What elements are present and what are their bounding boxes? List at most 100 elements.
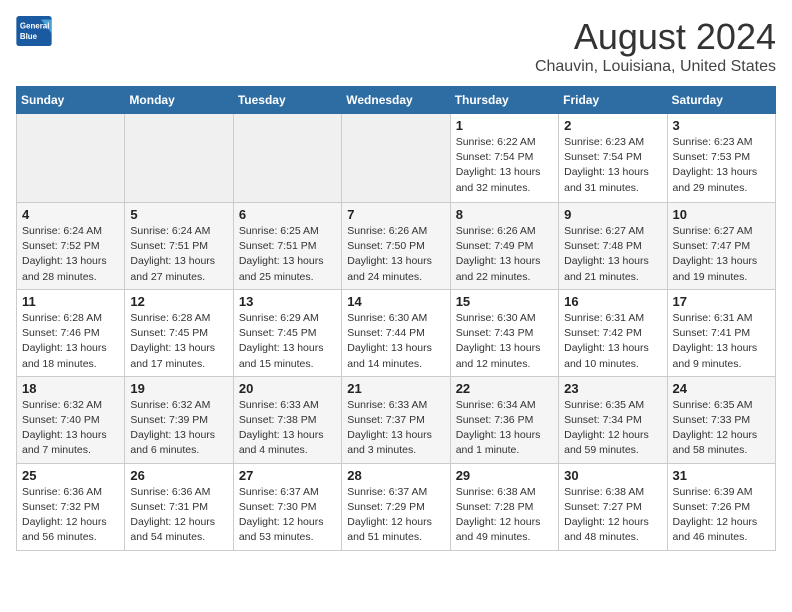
cell-info-text: Sunrise: 6:28 AM Sunset: 7:46 PM Dayligh…	[22, 311, 119, 372]
cell-day-number: 9	[564, 207, 661, 222]
cell-info-text: Sunrise: 6:27 AM Sunset: 7:48 PM Dayligh…	[564, 224, 661, 285]
table-cell: 27 Sunrise: 6:37 AM Sunset: 7:30 PM Dayli…	[233, 463, 341, 550]
table-cell: 30Sunrise: 6:38 AM Sunset: 7:27 PM Dayli…	[559, 463, 667, 550]
cell-day-number: 29	[456, 468, 553, 483]
cell-day-number: 12	[130, 294, 227, 309]
table-cell: 28 Sunrise: 6:37 AM Sunset: 7:29 PM Dayli…	[342, 463, 450, 550]
table-cell: 9 Sunrise: 6:27 AM Sunset: 7:48 PM Daylig…	[559, 203, 667, 290]
table-cell	[125, 114, 233, 203]
cell-info-text: Sunrise: 6:37 AM Sunset: 7:30 PM Dayligh…	[239, 485, 336, 546]
cell-day-number: 5	[130, 207, 227, 222]
cell-day-number: 28	[347, 468, 444, 483]
cell-day-number: 20	[239, 381, 336, 396]
cell-day-number: 11	[22, 294, 119, 309]
cell-day-number: 2	[564, 118, 661, 133]
header-tuesday: Tuesday	[233, 87, 341, 114]
cell-day-number: 4	[22, 207, 119, 222]
cell-info-text: Sunrise: 6:27 AM Sunset: 7:47 PM Dayligh…	[673, 224, 770, 285]
cell-day-number: 27	[239, 468, 336, 483]
header-thursday: Thursday	[450, 87, 558, 114]
table-cell: 29 Sunrise: 6:38 AM Sunset: 7:28 PM Dayli…	[450, 463, 558, 550]
cell-info-text: Sunrise: 6:36 AM Sunset: 7:32 PM Dayligh…	[22, 485, 119, 546]
table-cell: 14Sunrise: 6:30 AM Sunset: 7:44 PM Dayli…	[342, 289, 450, 376]
table-cell: 8 Sunrise: 6:26 AM Sunset: 7:49 PM Daylig…	[450, 203, 558, 290]
svg-text:General: General	[20, 21, 50, 30]
table-cell: 15 Sunrise: 6:30 AM Sunset: 7:43 PM Dayli…	[450, 289, 558, 376]
cell-info-text: Sunrise: 6:32 AM Sunset: 7:40 PM Dayligh…	[22, 398, 119, 459]
table-cell: 19 Sunrise: 6:32 AM Sunset: 7:39 PM Dayli…	[125, 376, 233, 463]
cell-day-number: 31	[673, 468, 770, 483]
week-row-3: 11 Sunrise: 6:28 AM Sunset: 7:46 PM Dayli…	[17, 289, 776, 376]
calendar-location: Chauvin, Louisiana, United States	[535, 58, 776, 76]
cell-info-text: Sunrise: 6:26 AM Sunset: 7:49 PM Dayligh…	[456, 224, 553, 285]
table-cell: 6Sunrise: 6:25 AM Sunset: 7:51 PM Daylig…	[233, 203, 341, 290]
cell-info-text: Sunrise: 6:24 AM Sunset: 7:51 PM Dayligh…	[130, 224, 227, 285]
header-wednesday: Wednesday	[342, 87, 450, 114]
cell-info-text: Sunrise: 6:31 AM Sunset: 7:42 PM Dayligh…	[564, 311, 661, 372]
cell-day-number: 21	[347, 381, 444, 396]
title-block: August 2024 Chauvin, Louisiana, United S…	[535, 16, 776, 76]
cell-day-number: 8	[456, 207, 553, 222]
cell-info-text: Sunrise: 6:23 AM Sunset: 7:53 PM Dayligh…	[673, 135, 770, 196]
cell-info-text: Sunrise: 6:30 AM Sunset: 7:43 PM Dayligh…	[456, 311, 553, 372]
cell-day-number: 7	[347, 207, 444, 222]
table-cell: 11 Sunrise: 6:28 AM Sunset: 7:46 PM Dayli…	[17, 289, 125, 376]
page-header: General Blue August 2024 Chauvin, Louisi…	[16, 16, 776, 76]
table-cell: 16 Sunrise: 6:31 AM Sunset: 7:42 PM Dayli…	[559, 289, 667, 376]
week-row-4: 18 Sunrise: 6:32 AM Sunset: 7:40 PM Dayli…	[17, 376, 776, 463]
table-cell: 21 Sunrise: 6:33 AM Sunset: 7:37 PM Dayli…	[342, 376, 450, 463]
table-cell: 25 Sunrise: 6:36 AM Sunset: 7:32 PM Dayli…	[17, 463, 125, 550]
logo: General Blue	[16, 16, 52, 46]
cell-day-number: 19	[130, 381, 227, 396]
table-cell: 3 Sunrise: 6:23 AM Sunset: 7:53 PM Daylig…	[667, 114, 775, 203]
table-cell: 18 Sunrise: 6:32 AM Sunset: 7:40 PM Dayli…	[17, 376, 125, 463]
table-cell: 2 Sunrise: 6:23 AM Sunset: 7:54 PM Daylig…	[559, 114, 667, 203]
table-cell: 17Sunrise: 6:31 AM Sunset: 7:41 PM Dayli…	[667, 289, 775, 376]
table-cell: 13 Sunrise: 6:29 AM Sunset: 7:45 PM Dayli…	[233, 289, 341, 376]
cell-info-text: Sunrise: 6:33 AM Sunset: 7:38 PM Dayligh…	[239, 398, 336, 459]
cell-info-text: Sunrise: 6:38 AM Sunset: 7:28 PM Dayligh…	[456, 485, 553, 546]
table-cell: 7 Sunrise: 6:26 AM Sunset: 7:50 PM Daylig…	[342, 203, 450, 290]
calendar-table: Sunday Monday Tuesday Wednesday Thursday…	[16, 86, 776, 551]
table-cell: 1 Sunrise: 6:22 AM Sunset: 7:54 PM Daylig…	[450, 114, 558, 203]
cell-info-text: Sunrise: 6:35 AM Sunset: 7:33 PM Dayligh…	[673, 398, 770, 459]
table-cell: 23Sunrise: 6:35 AM Sunset: 7:34 PM Dayli…	[559, 376, 667, 463]
cell-info-text: Sunrise: 6:22 AM Sunset: 7:54 PM Dayligh…	[456, 135, 553, 196]
cell-info-text: Sunrise: 6:28 AM Sunset: 7:45 PM Dayligh…	[130, 311, 227, 372]
cell-day-number: 15	[456, 294, 553, 309]
cell-day-number: 16	[564, 294, 661, 309]
week-row-5: 25 Sunrise: 6:36 AM Sunset: 7:32 PM Dayli…	[17, 463, 776, 550]
cell-day-number: 10	[673, 207, 770, 222]
cell-info-text: Sunrise: 6:30 AM Sunset: 7:44 PM Dayligh…	[347, 311, 444, 372]
cell-day-number: 18	[22, 381, 119, 396]
table-cell	[17, 114, 125, 203]
table-cell: 5 Sunrise: 6:24 AM Sunset: 7:51 PM Daylig…	[125, 203, 233, 290]
table-cell: 31 Sunrise: 6:39 AM Sunset: 7:26 PM Dayli…	[667, 463, 775, 550]
cell-info-text: Sunrise: 6:24 AM Sunset: 7:52 PM Dayligh…	[22, 224, 119, 285]
cell-info-text: Sunrise: 6:23 AM Sunset: 7:54 PM Dayligh…	[564, 135, 661, 196]
table-cell: 12 Sunrise: 6:28 AM Sunset: 7:45 PM Dayli…	[125, 289, 233, 376]
cell-info-text: Sunrise: 6:37 AM Sunset: 7:29 PM Dayligh…	[347, 485, 444, 546]
cell-day-number: 30	[564, 468, 661, 483]
table-cell: 4 Sunrise: 6:24 AM Sunset: 7:52 PM Daylig…	[17, 203, 125, 290]
header-monday: Monday	[125, 87, 233, 114]
cell-info-text: Sunrise: 6:26 AM Sunset: 7:50 PM Dayligh…	[347, 224, 444, 285]
cell-info-text: Sunrise: 6:36 AM Sunset: 7:31 PM Dayligh…	[130, 485, 227, 546]
table-cell: 24Sunrise: 6:35 AM Sunset: 7:33 PM Dayli…	[667, 376, 775, 463]
header-sunday: Sunday	[17, 87, 125, 114]
cell-day-number: 1	[456, 118, 553, 133]
logo-icon: General Blue	[16, 16, 52, 46]
cell-info-text: Sunrise: 6:39 AM Sunset: 7:26 PM Dayligh…	[673, 485, 770, 546]
table-cell	[342, 114, 450, 203]
table-cell: 10 Sunrise: 6:27 AM Sunset: 7:47 PM Dayli…	[667, 203, 775, 290]
cell-info-text: Sunrise: 6:33 AM Sunset: 7:37 PM Dayligh…	[347, 398, 444, 459]
cell-day-number: 13	[239, 294, 336, 309]
cell-day-number: 6	[239, 207, 336, 222]
cell-day-number: 26	[130, 468, 227, 483]
calendar-title: August 2024	[535, 16, 776, 58]
header-friday: Friday	[559, 87, 667, 114]
cell-day-number: 25	[22, 468, 119, 483]
cell-info-text: Sunrise: 6:32 AM Sunset: 7:39 PM Dayligh…	[130, 398, 227, 459]
cell-info-text: Sunrise: 6:29 AM Sunset: 7:45 PM Dayligh…	[239, 311, 336, 372]
cell-day-number: 3	[673, 118, 770, 133]
